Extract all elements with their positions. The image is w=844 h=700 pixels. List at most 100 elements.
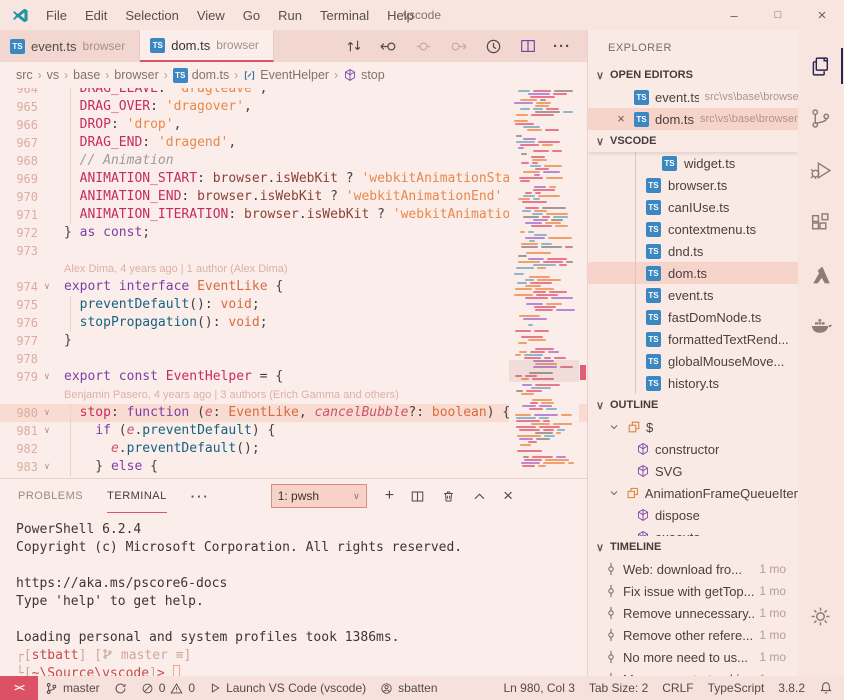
tree-item-fastDomNodets[interactable]: TSfastDomNode.ts: [588, 306, 798, 328]
close-panel-icon[interactable]: ×: [503, 486, 513, 506]
terminal-line: Type 'help' to get help.: [16, 593, 587, 611]
breadcrumb-item-base[interactable]: base: [73, 68, 100, 82]
editor-scrollbar[interactable]: [579, 88, 587, 478]
minimap-slider[interactable]: [509, 360, 579, 382]
timeline-item[interactable]: Remove unnecessary...1 mo: [588, 602, 798, 624]
notifications-bell-icon[interactable]: [812, 676, 840, 700]
tree-item-eventts[interactable]: TSevent.ts: [588, 284, 798, 306]
indentation-status[interactable]: Tab Size: 2: [582, 676, 655, 700]
menu-run[interactable]: Run: [269, 8, 311, 23]
terminal-output[interactable]: PowerShell 6.2.4Copyright (c) Microsoft …: [0, 513, 587, 683]
language-status[interactable]: TypeScript: [701, 676, 772, 700]
explorer-icon[interactable]: [798, 40, 843, 92]
tree-item-globalMouseMove[interactable]: TSglobalMouseMove...: [588, 350, 798, 372]
breadcrumb-item-browser[interactable]: browser: [114, 68, 158, 82]
menu-file[interactable]: File: [37, 8, 76, 23]
panel-more-icon[interactable]: ···: [191, 489, 210, 504]
menu-go[interactable]: Go: [234, 8, 269, 23]
timeline-item[interactable]: Merge remote-tracki...1 mo: [588, 668, 798, 676]
breadcrumb-item-vs[interactable]: vs: [47, 68, 60, 82]
ts-version-status[interactable]: 3.8.2: [771, 676, 812, 700]
outline-item-SVG[interactable]: SVG: [588, 460, 798, 482]
navigate-forward-icon[interactable]: [449, 37, 468, 56]
fold-chevron-icon[interactable]: ∨: [38, 368, 56, 386]
navigate-back-icon[interactable]: [379, 37, 398, 56]
source-control-icon[interactable]: [798, 92, 843, 144]
minimize-button[interactable]: –: [712, 0, 756, 30]
section-open-editors[interactable]: ∨ OPEN EDITORS: [588, 64, 798, 86]
editor-tab-event.ts[interactable]: TSevent.tsbrowser: [0, 30, 140, 62]
timeline-item[interactable]: Fix issue with getTop...1 mo: [588, 580, 798, 602]
breadcrumb-label: vs: [47, 68, 60, 82]
menu-terminal[interactable]: Terminal: [311, 8, 378, 23]
outline-item-[interactable]: $: [588, 416, 798, 438]
launch-task-status[interactable]: Launch VS Code (vscode): [202, 676, 373, 700]
sync-button[interactable]: [107, 676, 134, 700]
tree-item-dndts[interactable]: TSdnd.ts: [588, 240, 798, 262]
fold-chevron-icon[interactable]: ∨: [38, 458, 56, 476]
run-debug-icon[interactable]: [798, 144, 843, 196]
close-button[interactable]: ×: [800, 0, 844, 30]
fold-chevron-icon[interactable]: ∨: [38, 422, 56, 440]
timeline-item[interactable]: Remove other refere...1 mo: [588, 624, 798, 646]
section-vscode[interactable]: ∨ VSCODE: [588, 130, 798, 152]
terminal-select[interactable]: 1: pwsh ∨: [271, 484, 367, 508]
timeline-item[interactable]: Web: download fro...1 mo: [588, 558, 798, 580]
breadcrumb-item-domts[interactable]: TSdom.ts: [173, 68, 230, 83]
tree-item-contextmenuts[interactable]: TScontextmenu.ts: [588, 218, 798, 240]
breadcrumb-item-stop[interactable]: stop: [343, 68, 385, 82]
breadcrumb-item-EventHelper[interactable]: EventHelper: [243, 68, 329, 82]
tree-item-browserts[interactable]: TSbrowser.ts: [588, 174, 798, 196]
scrollbar-thumb[interactable]: [580, 365, 586, 380]
close-icon[interactable]: ×: [614, 112, 628, 126]
menu-selection[interactable]: Selection: [116, 8, 187, 23]
breadcrumb-item-src[interactable]: src: [16, 68, 33, 82]
section-timeline[interactable]: ∨ TIMELINE: [588, 536, 798, 558]
tree-item-formattedTextRend[interactable]: TSformattedTextRend...: [588, 328, 798, 350]
timeline-item[interactable]: No more need to us...1 mo: [588, 646, 798, 668]
maximize-button[interactable]: □: [756, 0, 800, 30]
editor-tab-dom.ts[interactable]: TSdom.tsbrowser: [140, 30, 274, 62]
section-outline[interactable]: ∨ OUTLINE: [588, 394, 798, 416]
git-branch-status[interactable]: master: [38, 676, 107, 700]
docker-icon[interactable]: [798, 300, 843, 352]
open-editor-event.ts[interactable]: TSevent.tssrc\vs\base\browser: [588, 86, 798, 108]
problems-status[interactable]: 0 0: [134, 676, 202, 700]
tab-terminal[interactable]: TERMINAL: [107, 479, 167, 513]
outline-item-AnimationFrameQueueItem[interactable]: AnimationFrameQueueItem: [588, 482, 798, 504]
maximize-panel-icon[interactable]: [472, 489, 487, 504]
split-terminal-icon[interactable]: [410, 489, 425, 504]
outline-item-dispose[interactable]: dispose: [588, 504, 798, 526]
tree-item-domts[interactable]: TSdom.ts: [588, 262, 798, 284]
eol-status[interactable]: CRLF: [655, 676, 700, 700]
more-actions-icon[interactable]: ···: [553, 38, 571, 55]
codelens-annotation[interactable]: Alex Dima, 4 years ago | 1 author (Alex …: [0, 260, 587, 278]
tree-item-historyts[interactable]: TShistory.ts: [588, 372, 798, 394]
outline-item-constructor[interactable]: constructor: [588, 438, 798, 460]
open-editor-dom.ts[interactable]: ×TSdom.tssrc\vs\base\browser: [588, 108, 798, 130]
account-status[interactable]: sbatten: [373, 676, 444, 700]
minimap[interactable]: [509, 88, 579, 478]
fold-chevron-icon[interactable]: ∨: [38, 404, 56, 422]
fold-chevron-icon[interactable]: ∨: [38, 278, 56, 296]
codelens-annotation[interactable]: Benjamin Pasero, 4 years ago | 3 authors…: [0, 386, 587, 404]
menu-view[interactable]: View: [188, 8, 234, 23]
run-timer-icon[interactable]: [484, 37, 503, 56]
tree-item-canIUsets[interactable]: TScanIUse.ts: [588, 196, 798, 218]
cursor-position-status[interactable]: Ln 980, Col 3: [496, 676, 581, 700]
tree-item-widgetts[interactable]: TSwidget.ts: [588, 152, 798, 174]
navigate-previous-icon[interactable]: [414, 37, 433, 56]
outline-item-execute[interactable]: execute: [588, 526, 798, 536]
new-terminal-icon[interactable]: +: [385, 487, 394, 505]
terminal-line: [16, 557, 587, 575]
kill-terminal-icon[interactable]: [441, 489, 456, 504]
split-editor-icon[interactable]: [519, 37, 537, 55]
tab-problems[interactable]: PROBLEMS: [18, 479, 83, 513]
extensions-icon[interactable]: [798, 196, 843, 248]
open-changes-icon[interactable]: [345, 37, 363, 55]
remote-indicator[interactable]: ><: [0, 676, 38, 700]
azure-icon[interactable]: [798, 248, 843, 300]
code-editor[interactable]: 964 DRAG_LEAVE: 'dragleave',965 DRAG_OVE…: [0, 88, 587, 478]
settings-gear-icon[interactable]: [798, 590, 843, 642]
menu-edit[interactable]: Edit: [76, 8, 116, 23]
